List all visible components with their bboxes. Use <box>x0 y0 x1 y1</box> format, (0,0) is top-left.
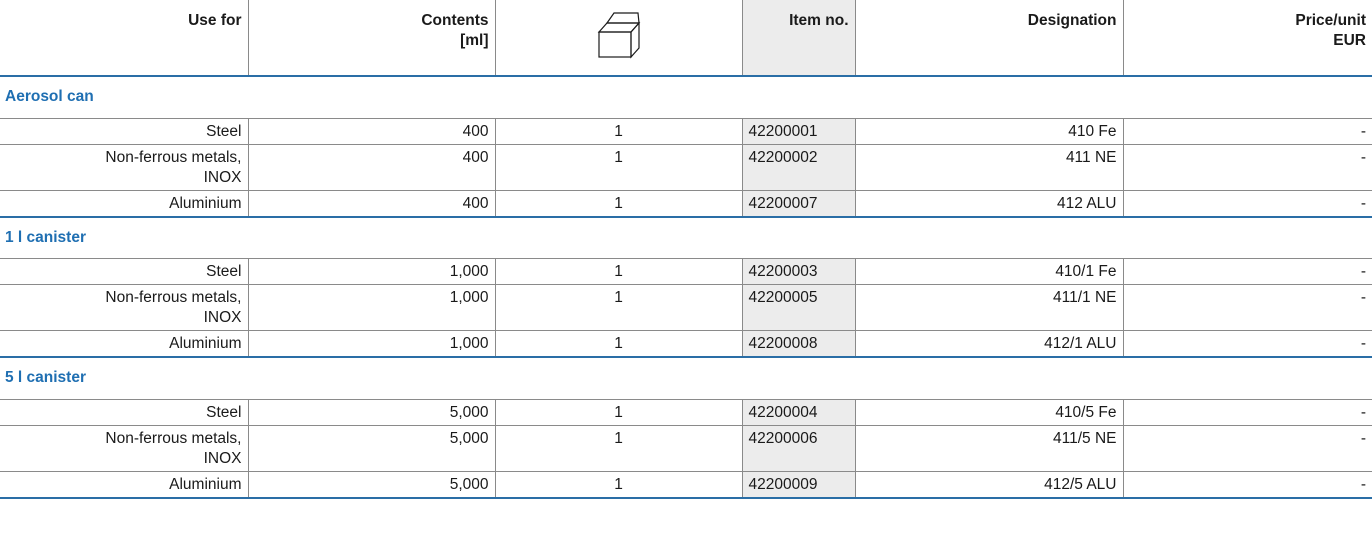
use-for-line1: Steel <box>206 403 242 421</box>
cell-designation: 410/5 Fe <box>855 399 1124 426</box>
use-for-line1: Non-ferrous metals, <box>105 289 242 306</box>
table-row: Non-ferrous metals, INOX 5,000 1 42200006 411… <box>0 425 1372 472</box>
cell-price: - <box>1123 471 1372 499</box>
group-header-row: 1 l canister <box>0 216 1372 259</box>
use-for-line1: Aluminium <box>169 335 242 352</box>
cell-use-for: Aluminium <box>0 190 249 218</box>
table-row: Aluminium 5,000 1 42200009 412/5 ALU - <box>0 471 1372 499</box>
use-for-line1: Non-ferrous metals, <box>105 429 242 447</box>
cell-item-no: 42200005 <box>742 284 856 331</box>
use-for-line1: Non-ferrous metals, <box>105 148 242 166</box>
use-for-line1: Aluminium <box>169 475 242 493</box>
group-title: Aerosol can <box>0 76 1372 119</box>
use-for-line1: Steel <box>206 263 242 280</box>
cell-package-qty: 1 <box>495 471 743 499</box>
cell-contents: 400 <box>248 190 496 218</box>
cell-contents: 400 <box>248 144 496 191</box>
table-row: Aluminium 400 1 42200007 412 ALU - <box>0 190 1372 218</box>
cell-designation: 412/1 ALU <box>855 330 1124 358</box>
header-item-no: Item no. <box>742 0 856 77</box>
group-title: 1 l canister <box>0 216 1372 259</box>
cell-package-qty: 1 <box>495 399 743 426</box>
cell-package-qty: 1 <box>495 144 743 191</box>
table-header: Use for Contents [ml] Item no. Designati… <box>0 0 1372 77</box>
cell-package-qty: 1 <box>495 330 743 358</box>
cell-use-for: Non-ferrous metals, INOX <box>0 425 249 472</box>
header-contents-label: Contents <box>421 12 489 29</box>
header-use-for: Use for <box>0 0 249 77</box>
cell-item-no: 42200001 <box>742 118 856 145</box>
use-for-line1: Steel <box>206 122 242 140</box>
cell-contents: 400 <box>248 118 496 145</box>
cell-use-for: Non-ferrous metals, INOX <box>0 284 249 331</box>
group-header-row: Aerosol can <box>0 76 1372 119</box>
table-row: Steel 400 1 42200001 410 Fe - <box>0 118 1372 145</box>
use-for-line2: INOX <box>203 449 242 467</box>
cell-item-no: 42200007 <box>742 190 856 218</box>
cell-use-for: Steel <box>0 118 249 145</box>
table-row: Non-ferrous metals, INOX 1,000 1 42200005 411… <box>0 284 1372 331</box>
cell-price: - <box>1123 284 1372 331</box>
cell-designation: 412 ALU <box>855 190 1124 218</box>
cell-use-for: Steel <box>0 399 249 426</box>
cell-item-no: 42200002 <box>742 144 856 191</box>
cell-price: - <box>1123 399 1372 426</box>
table-row: Steel 5,000 1 42200004 410/5 Fe - <box>0 399 1372 426</box>
header-use-for-label: Use for <box>188 12 242 29</box>
cell-price: - <box>1123 258 1372 285</box>
cell-package-qty: 1 <box>495 190 743 218</box>
cell-price: - <box>1123 118 1372 145</box>
header-designation: Designation <box>855 0 1124 77</box>
cell-designation: 412/5 ALU <box>855 471 1124 499</box>
cell-contents: 5,000 <box>248 425 496 472</box>
header-contents-unit: [ml] <box>460 32 489 49</box>
use-for-line2: INOX <box>203 309 242 326</box>
cell-designation: 411/5 NE <box>855 425 1124 472</box>
use-for-line1: Aluminium <box>169 194 242 212</box>
cell-package-qty: 1 <box>495 425 743 472</box>
use-for-line2: INOX <box>203 168 242 186</box>
table-row: Aluminium 1,000 1 42200008 412/1 ALU - <box>0 330 1372 358</box>
header-contents: Contents [ml] <box>248 0 496 77</box>
table-body: Aerosol can Steel 400 1 42200001 410 Fe - Non-f… <box>0 76 1372 499</box>
cell-price: - <box>1123 330 1372 358</box>
header-price: Price/unit EUR <box>1123 0 1372 77</box>
cell-designation: 410/1 Fe <box>855 258 1124 285</box>
cell-use-for: Steel <box>0 258 249 285</box>
cell-contents: 1,000 <box>248 284 496 331</box>
cell-package-qty: 1 <box>495 118 743 145</box>
box-open-icon <box>597 10 641 60</box>
table-row: Steel 1,000 1 42200003 410/1 Fe - <box>0 258 1372 285</box>
cell-contents: 5,000 <box>248 471 496 499</box>
cell-designation: 410 Fe <box>855 118 1124 145</box>
cell-designation: 411/1 NE <box>855 284 1124 331</box>
cell-item-no: 42200008 <box>742 330 856 358</box>
header-price-currency: EUR <box>1333 32 1366 49</box>
header-package-qty <box>495 0 743 77</box>
cell-use-for: Non-ferrous metals, INOX <box>0 144 249 191</box>
product-table: Use for Contents [ml] Item no. Designati… <box>0 0 1372 499</box>
group-header-row: 5 l canister <box>0 357 1372 400</box>
cell-package-qty: 1 <box>495 258 743 285</box>
table-row: Non-ferrous metals, INOX 400 1 42200002 411 N… <box>0 144 1372 191</box>
header-item-no-label: Item no. <box>789 12 849 29</box>
cell-item-no: 42200003 <box>742 258 856 285</box>
cell-item-no: 42200004 <box>742 399 856 426</box>
cell-designation: 411 NE <box>855 144 1124 191</box>
cell-price: - <box>1123 144 1372 191</box>
cell-price: - <box>1123 190 1372 218</box>
cell-item-no: 42200009 <box>742 471 856 499</box>
cell-item-no: 42200006 <box>742 425 856 472</box>
cell-contents: 1,000 <box>248 258 496 285</box>
cell-contents: 1,000 <box>248 330 496 358</box>
cell-contents: 5,000 <box>248 399 496 426</box>
cell-use-for: Aluminium <box>0 471 249 499</box>
group-title: 5 l canister <box>0 357 1372 400</box>
cell-use-for: Aluminium <box>0 330 249 358</box>
header-row: Use for Contents [ml] Item no. Designati… <box>0 0 1372 77</box>
header-designation-label: Designation <box>1027 12 1117 29</box>
cell-package-qty: 1 <box>495 284 743 331</box>
header-price-label: Price/unit <box>1295 12 1366 29</box>
cell-price: - <box>1123 425 1372 472</box>
